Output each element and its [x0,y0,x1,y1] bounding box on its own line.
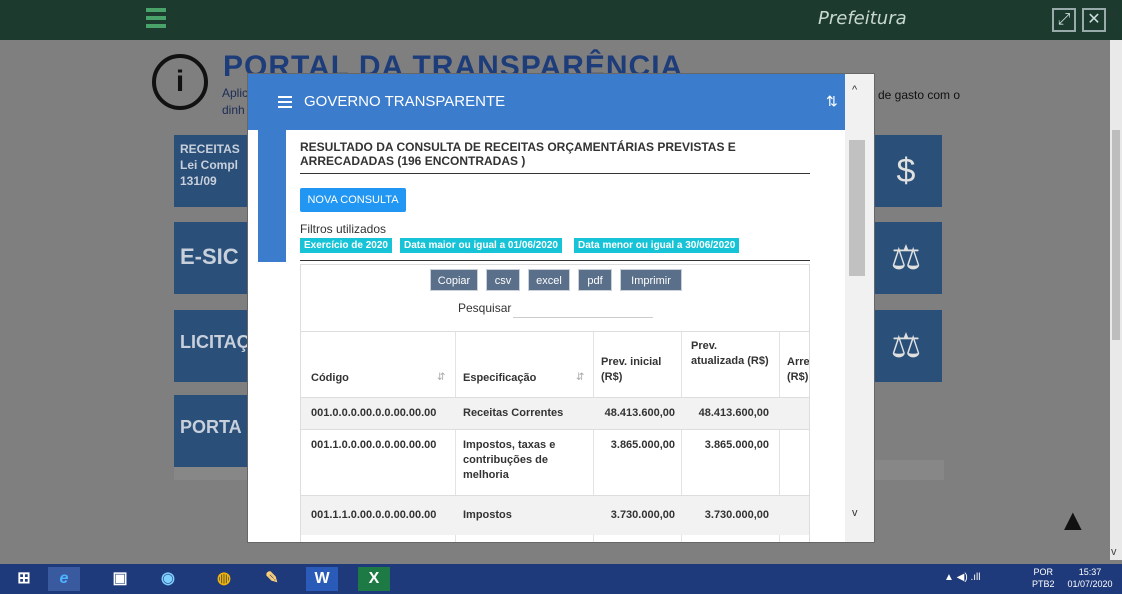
modal-scrollbar[interactable]: ^ v [845,74,874,542]
modal-dialog: GOVERNO TRANSPARENTE ⇅ RESULTADO DA CONS… [247,73,875,543]
internet-explorer-icon[interactable]: e [48,567,80,591]
close-icon[interactable]: ✕ [1082,8,1106,32]
scale-weight-icon[interactable]: ⚖ [870,222,942,294]
cell-prev-atualizada: 3.730.000,00 [704,509,769,521]
cell-codigo: 001.0.0.0.00.0.0.00.00.00 [311,407,437,419]
card-licitacoes[interactable]: LICITAÇ [174,310,254,382]
language-code: POR [1033,567,1054,577]
store-icon[interactable]: ▣ [104,567,136,591]
modal-scroll-down-icon[interactable]: v [852,507,858,519]
column-header-prev-inicial[interactable]: Prev. inicial (R$) [601,355,671,385]
filter-chip-end-date: Data menor ou igual a 30/06/2020 [574,238,740,253]
cell-codigo: 001.1.0.0.00.0.0.00.00.00 [311,439,437,451]
column-header-prev-atualizada[interactable]: Prev. atualizada (R$) [691,339,769,369]
table-row[interactable]: 001.1.1.0.00.0.0.00.00.00 Impostos 3.730… [301,495,809,535]
excel-button[interactable]: excel [528,269,570,291]
modal-scrollbar-thumb[interactable] [849,140,865,276]
search-input[interactable] [513,317,653,318]
sort-asc-icon[interactable]: ⇵ [437,372,445,383]
media-icon[interactable]: ◉ [152,567,184,591]
cell-especificacao: Receitas Correntes [463,407,564,419]
page-scrollbar-thumb[interactable] [1112,130,1120,340]
card-esic[interactable]: E-SIC [174,222,254,294]
language-indicator[interactable]: POR PTB2 [1032,566,1055,590]
cell-prev-inicial: 48.413.600,00 [604,407,675,419]
copy-button[interactable]: Copiar [430,269,478,291]
cell-prev-atualizada: 48.413.600,00 [698,407,769,419]
column-header-codigo[interactable]: Código [311,371,349,386]
modal-title: GOVERNO TRANSPARENTE [304,93,506,110]
table-row[interactable]: 001.0.0.0.00.0.0.00.00.00 Receitas Corre… [301,397,809,429]
modal-header: GOVERNO TRANSPARENTE ⇅ [248,74,874,130]
system-tray-icons[interactable]: ▲ ◀) .ıll [944,572,980,583]
result-card: RESULTADO DA CONSULTA DE RECEITAS ORÇAME… [286,130,826,542]
cell-prev-inicial: 3.730.000,00 [610,509,675,521]
page-scrollbar[interactable]: v [1110,40,1122,560]
result-title: RESULTADO DA CONSULTA DE RECEITAS ORÇAME… [300,140,736,168]
column-header-especificacao[interactable]: Especificação [463,371,536,386]
clock[interactable]: 15:37 01/07/2020 [1064,566,1116,590]
fullscreen-icon[interactable]: ⤢ [1052,8,1076,32]
filter-chip-year: Exercício de 2020 [300,238,392,253]
cell-especificacao: Impostos, taxas e contribuções de melhor… [463,439,556,481]
brand-label: Prefeitura [818,8,907,29]
portal-subtitle-line1: Aplic [222,86,249,100]
filter-chip-start-date: Data maior ou igual a 01/06/2020 [400,238,562,253]
portal-description-fragment: de gasto com o [878,88,961,102]
search-label: Pesquisar [458,301,512,315]
hamburger-menu-icon[interactable] [146,8,166,30]
portal-subtitle-line2: dinh [222,103,245,117]
results-table: Copiar csv excel pdf Imprimir Pesquisar … [300,264,810,542]
excel-icon[interactable]: X [358,567,390,591]
table-header-divider [301,331,809,332]
clock-date: 01/07/2020 [1067,579,1113,589]
sort-icon[interactable]: ⇅ [826,93,838,110]
paint-icon[interactable]: ✎ [256,567,288,591]
cell-codigo: 001.1.1.0.00.0.0.00.00.00 [311,509,437,521]
top-app-bar: Prefeitura ⤢ ✕ ^ [0,0,1122,40]
windows-taskbar: ⊞ e ▣ ◉ ◍ ✎ W X ▲ ◀) .ıll POR PTB2 15:37… [0,564,1122,594]
card-portal[interactable]: PORTA [174,395,254,467]
start-button[interactable]: ⊞ [8,567,40,591]
scroll-to-top-icon[interactable]: ▲ [1058,506,1088,536]
cell-especificacao: Impostos [463,509,512,521]
money-bag-icon[interactable]: $ [870,135,942,207]
info-logo-icon: i [152,54,208,110]
table-row[interactable]: 001.1.0.0.00.0.0.00.00.00 Impostos, taxa… [301,429,809,495]
filters-label: Filtros utilizados [300,222,387,236]
clock-time: 15:37 [1078,567,1102,577]
page-scroll-up-icon[interactable]: ^ [1110,10,1122,24]
keyboard-layout: PTB2 [1032,579,1055,589]
word-icon[interactable]: W [306,567,338,591]
cell-prev-atualizada: 3.865.000,00 [704,439,769,451]
pdf-button[interactable]: pdf [578,269,612,291]
chrome-icon[interactable]: ◍ [208,567,240,591]
page-scroll-down-icon[interactable]: v [1111,546,1117,558]
card-receitas[interactable]: RECEITAS Lei Compl 131/09 [174,135,254,207]
new-query-button[interactable]: NOVA CONSULTA [300,188,406,212]
sort-icon[interactable]: ⇵ [576,372,584,383]
csv-button[interactable]: csv [486,269,520,291]
divider [300,173,810,174]
print-button[interactable]: Imprimir [620,269,682,291]
cell-prev-inicial: 3.865.000,00 [610,439,675,451]
divider [300,260,810,261]
modal-scroll-up-icon[interactable]: ^ [852,84,857,96]
column-header-arrecadada[interactable]: Arre (R$) [787,355,809,385]
justice-scale-icon[interactable]: ⚖ [870,310,942,382]
menu-icon[interactable] [278,96,292,108]
